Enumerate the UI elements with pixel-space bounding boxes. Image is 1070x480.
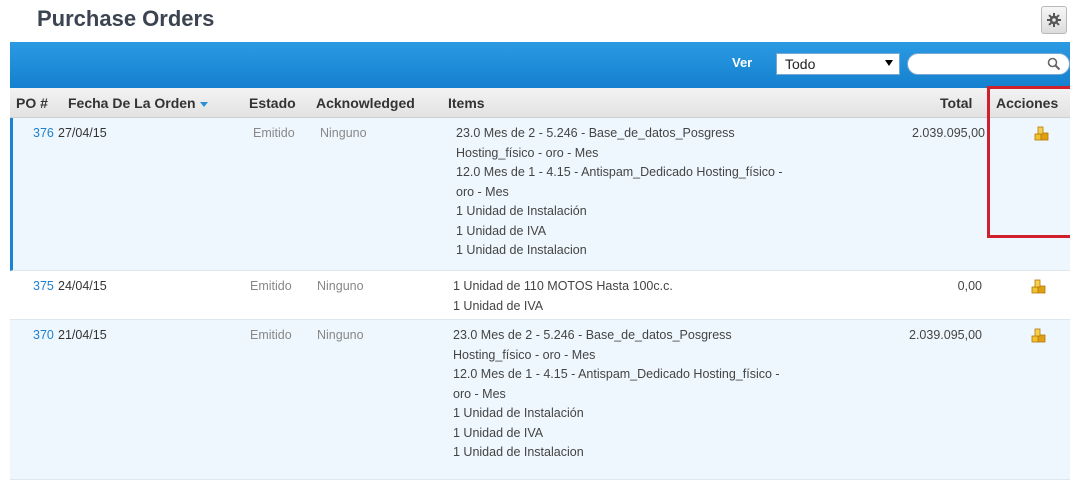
item-line: Hosting_físico - oro - Mes <box>456 145 599 160</box>
item-line: oro - Mes <box>456 184 509 199</box>
col-header-items[interactable]: Items <box>448 95 485 111</box>
table-row[interactable]: 376 27/04/15 Emitido Ninguno 23.0 Mes de… <box>10 118 1070 271</box>
item-line: 23.0 Mes de 2 - 5.246 - Base_de_datos_Po… <box>456 126 735 140</box>
item-line: 1 Unidad de Instalación <box>453 406 584 420</box>
item-line: 1 Unidad de IVA <box>453 425 544 440</box>
status: Emitido <box>253 126 295 140</box>
status: Emitido <box>250 328 292 342</box>
search-field <box>907 53 1070 75</box>
acknowledged: Ninguno <box>317 279 364 293</box>
col-header-estado[interactable]: Estado <box>249 95 296 111</box>
order-date: 24/04/15 <box>58 279 107 293</box>
po-number-link[interactable]: 375 <box>33 277 54 297</box>
col-header-total[interactable]: Total <box>940 95 972 111</box>
item-line: 1 Unidad de Instalacion <box>456 243 587 257</box>
coins-icon[interactable] <box>1030 278 1046 294</box>
item-line: Hosting_físico - oro - Mes <box>453 347 596 362</box>
item-line: 12.0 Mes de 1 - 4.15 - Antispam_Dedicado… <box>453 367 780 381</box>
sort-desc-icon <box>199 101 208 107</box>
search-icon[interactable] <box>1047 57 1061 71</box>
item-line: 1 Unidad de Instalacion <box>453 445 584 459</box>
filter-select[interactable]: Todo <box>776 53 900 75</box>
item-line: 1 Unidad de 110 MOTOS Hasta 100c.c. <box>453 279 673 293</box>
table-row[interactable]: 370 21/04/15 Emitido Ninguno 23.0 Mes de… <box>10 320 1070 480</box>
table-header: PO # Fecha De La Orden Estado Acknowledg… <box>10 88 1070 118</box>
total: 2.039.095,00 <box>912 126 985 140</box>
item-line: oro - Mes <box>453 386 506 401</box>
filter-select-value: Todo <box>785 56 816 72</box>
toolbar: Ver Todo <box>10 42 1070 88</box>
col-header-acknowledged[interactable]: Acknowledged <box>316 95 415 111</box>
order-date: 27/04/15 <box>58 126 107 140</box>
items-list: 23.0 Mes de 2 - 5.246 - Base_de_datos_Po… <box>456 124 783 261</box>
gear-icon <box>1047 13 1061 27</box>
acknowledged: Ninguno <box>317 328 364 342</box>
col-header-acciones: Acciones <box>996 95 1059 111</box>
item-line: 1 Unidad de Instalación <box>456 204 587 218</box>
acknowledged: Ninguno <box>320 126 367 140</box>
page-title: Purchase Orders <box>37 6 215 31</box>
item-line: 1 Unidad de IVA <box>456 223 547 238</box>
col-header-fecha[interactable]: Fecha De La Orden <box>68 95 208 111</box>
items-list: 1 Unidad de 110 MOTOS Hasta 100c.c. 1 Un… <box>453 277 673 316</box>
total: 2.039.095,00 <box>909 328 982 342</box>
total: 0,00 <box>957 279 982 293</box>
status: Emitido <box>250 279 292 293</box>
table-row[interactable]: 375 24/04/15 Emitido Ninguno 1 Unidad de… <box>10 271 1070 320</box>
col-header-fecha-label: Fecha De La Orden <box>68 95 196 111</box>
order-date: 21/04/15 <box>58 328 107 342</box>
filter-label: Ver <box>732 55 753 70</box>
items-list: 23.0 Mes de 2 - 5.246 - Base_de_datos_Po… <box>453 326 780 463</box>
settings-button[interactable] <box>1041 6 1067 34</box>
search-input[interactable] <box>918 55 1052 75</box>
po-number-link[interactable]: 370 <box>33 326 54 346</box>
item-line: 1 Unidad de IVA <box>453 298 544 313</box>
po-number-link[interactable]: 376 <box>33 124 54 144</box>
item-line: 23.0 Mes de 2 - 5.246 - Base_de_datos_Po… <box>453 328 732 342</box>
chevron-down-icon <box>885 60 893 66</box>
coins-icon[interactable] <box>1030 327 1046 343</box>
item-line: 12.0 Mes de 1 - 4.15 - Antispam_Dedicado… <box>456 165 783 179</box>
coins-icon[interactable] <box>1033 125 1049 141</box>
col-header-po[interactable]: PO # <box>16 95 48 111</box>
